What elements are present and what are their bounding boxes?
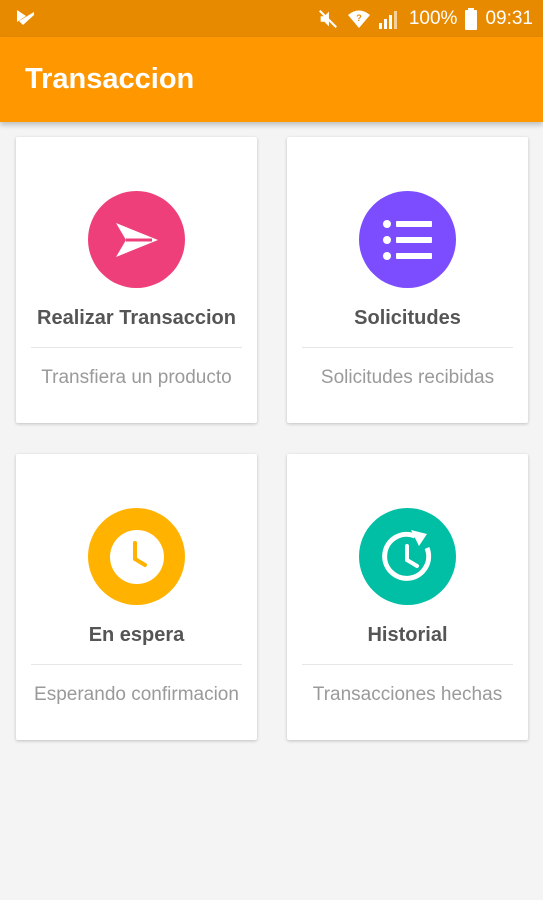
list-icon	[359, 191, 456, 288]
battery-icon	[465, 7, 478, 30]
clock-icon	[88, 508, 185, 605]
app-bar: Transaccion	[0, 37, 543, 122]
card-en-espera[interactable]: En espera Esperando confirmacion	[16, 454, 257, 740]
svg-text:?: ?	[356, 13, 362, 23]
signal-icon	[378, 9, 401, 29]
mute-icon	[317, 8, 339, 30]
page-title: Transaccion	[25, 63, 195, 95]
card-subtitle: Esperando confirmacion	[34, 684, 239, 705]
card-solicitudes[interactable]: Solicitudes Solicitudes recibidas	[287, 137, 528, 423]
app-notification-icon	[14, 7, 38, 31]
status-bar: ? 100% 09:31	[0, 0, 543, 37]
card-title: En espera	[88, 624, 185, 646]
card-historial[interactable]: Historial Transacciones hechas	[287, 454, 528, 740]
card-realizar-transaccion[interactable]: Realizar Transaccion Transfiera un produ…	[16, 137, 257, 423]
card-title: Historial	[367, 624, 448, 646]
card-title: Solicitudes	[354, 307, 461, 329]
history-icon	[359, 508, 456, 605]
divider	[302, 664, 513, 665]
clock-time: 09:31	[485, 7, 533, 29]
send-icon	[88, 191, 185, 288]
card-subtitle: Transfiera un producto	[41, 367, 232, 388]
card-title: Realizar Transaccion	[37, 307, 236, 329]
card-subtitle: Transacciones hechas	[312, 684, 503, 705]
wifi-icon: ?	[347, 8, 371, 30]
card-subtitle: Solicitudes recibidas	[320, 367, 495, 388]
divider	[302, 347, 513, 348]
divider	[31, 347, 242, 348]
divider	[31, 664, 242, 665]
battery-percent: 100%	[408, 7, 458, 29]
